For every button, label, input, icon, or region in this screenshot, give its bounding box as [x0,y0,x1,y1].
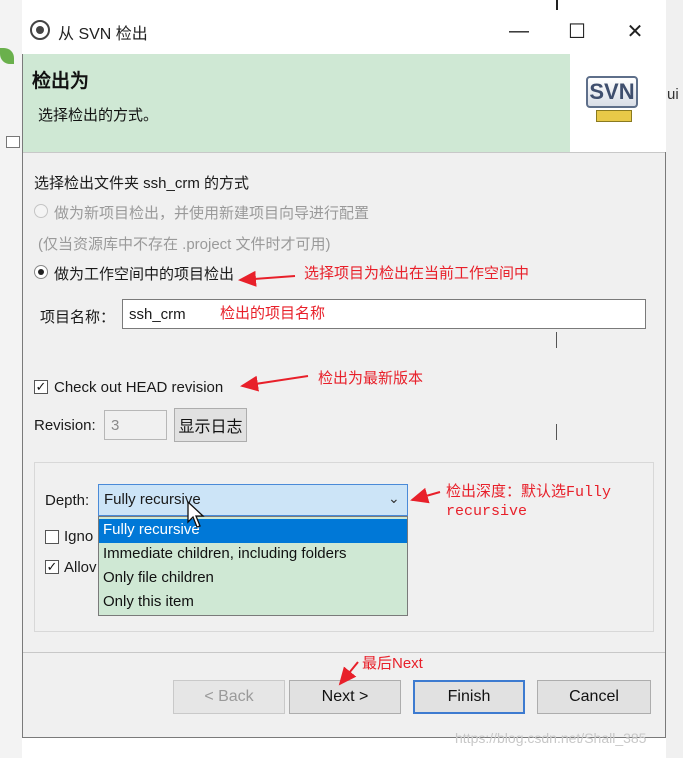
workspace-project-label: 做为工作空间中的项目检出 [54,266,235,283]
head-revision-label: Check out HEAD revision [54,379,224,396]
ignore-label: Igno [64,528,94,545]
depth-label: Depth: [45,492,90,509]
annotation-head: 检出为最新版本 [318,370,424,387]
finish-button[interactable]: Finish [413,680,525,714]
depth-select[interactable]: Fully recursive [98,484,408,516]
section-label: 选择检出文件夹 ssh_crm 的方式 [34,175,250,192]
annotation-depth-line1: 检出深度：默认选Fully [446,484,612,501]
ignore-checkbox[interactable] [45,530,59,544]
annotation-project-name: 检出的项目名称 [220,305,326,322]
background-app-left [0,0,22,758]
background-app-right [666,0,683,758]
footer-separator [23,652,665,653]
svn-logo-icon: SVN [586,76,638,108]
depth-option[interactable]: Only file children [99,567,407,591]
banner-separator [23,152,665,153]
window-icon [6,136,20,148]
depth-option[interactable]: Only this item [99,591,407,615]
allow-label: Allov [64,559,97,576]
annotation-workspace: 选择项目为检出在当前工作空间中 [304,265,530,282]
depth-option[interactable]: Fully recursive [99,519,407,543]
depth-option[interactable]: Immediate children, including folders [99,543,407,567]
new-project-radio[interactable] [34,204,48,218]
revision-label: Revision: [34,417,96,434]
chevron-down-icon[interactable]: ⌄ [388,490,400,507]
banner-title: 检出为 [32,71,90,92]
guide-mark [556,424,557,440]
watermark: https://blog.csdn.net/Shall_385 [455,730,647,746]
project-name-label: 项目名称： [40,309,116,326]
maximize-icon: ☐ [568,20,586,43]
new-project-note: (仅当资源库中不存在 .project 文件时才可用) [38,236,331,253]
show-log-button[interactable]: 显示日志 [174,408,247,442]
cancel-button[interactable]: Cancel [537,680,651,714]
close-icon: ✕ [626,20,644,43]
close-button[interactable]: ✕ [612,14,658,48]
back-button[interactable]: < Back [173,680,285,714]
head-revision-checkbox[interactable]: ✓ [34,380,48,394]
wizard-banner [23,54,665,152]
new-project-label: 做为新项目检出，并使用新建项目向导进行配置 [54,205,370,222]
workspace-project-radio[interactable] [34,265,48,279]
maximize-button[interactable]: ☐ [554,14,600,48]
revision-input[interactable]: 3 [104,410,167,440]
guide-mark [556,332,557,348]
annotation-depth-line2: recursive [446,503,528,520]
minimize-button[interactable]: — [496,14,542,48]
minimize-icon: — [509,19,529,42]
allow-checkbox[interactable]: ✓ [45,560,59,574]
project-name-input[interactable]: ssh_crm [122,299,646,329]
mouse-cursor-icon [187,500,205,528]
next-button[interactable]: Next > [289,680,401,714]
banner-description: 选择检出的方式。 [38,107,159,124]
svn-logo-bar [596,110,632,122]
annotation-next: 最后Next [362,655,423,672]
background-text: ui [667,86,679,103]
eclipse-icon [30,20,50,40]
dialog-title: 从 SVN 检出 [58,26,148,43]
